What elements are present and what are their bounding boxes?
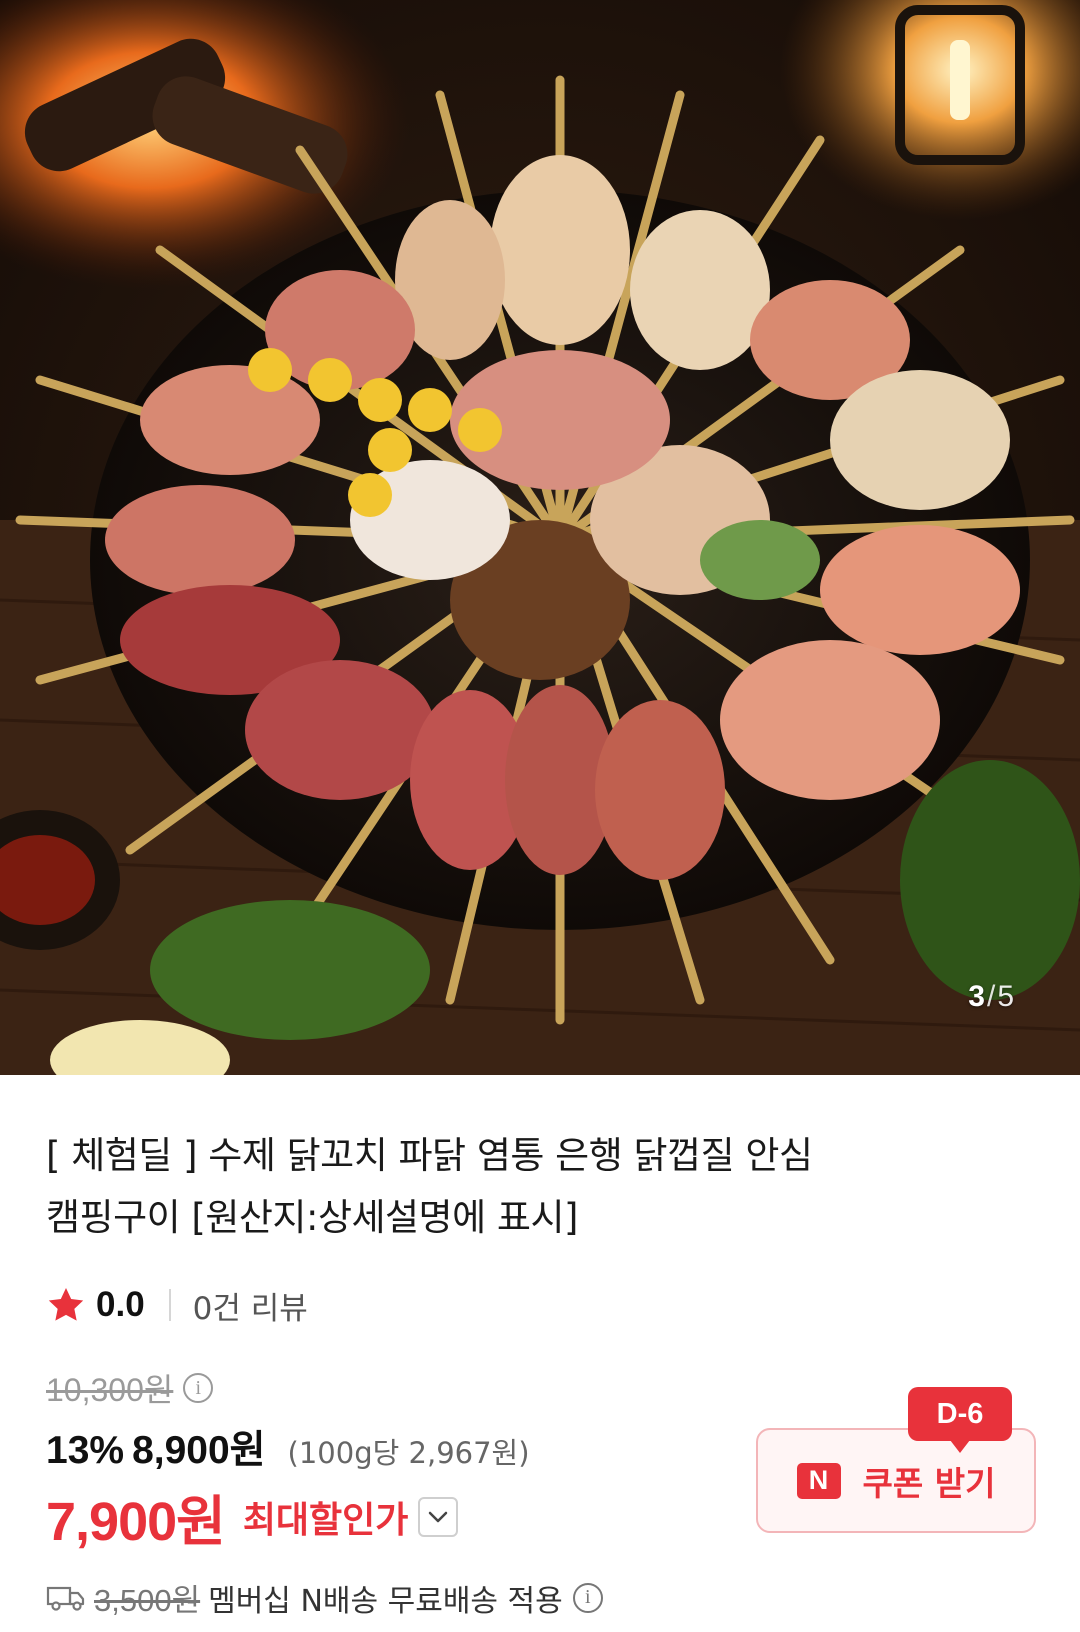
product-image[interactable]: 3/5: [0, 0, 1080, 1075]
max-discount-toggle[interactable]: [418, 1496, 459, 1537]
rating-score: 0.0: [96, 1285, 145, 1324]
rating-divider: [168, 1289, 171, 1321]
product-info: [ 체험딜 ] 수제 닭꼬치 파닭 염통 은행 닭껍질 안심 캠핑구이 [원산지…: [0, 1075, 1080, 1632]
n-pay-badge: N: [796, 1462, 841, 1499]
shipping-info-icon[interactable]: i: [572, 1582, 603, 1613]
skewer-platter-illustration: [0, 0, 1080, 1075]
final-price-row[interactable]: 7,900원 최대할인가: [46, 1477, 459, 1556]
unit-price: (100g당 2,967원): [287, 1436, 530, 1470]
discount-percent: 13%: [46, 1429, 125, 1472]
original-price-row: 10,300원 i: [46, 1365, 214, 1411]
final-price: 7,900원: [46, 1492, 226, 1552]
sale-price: 8,900원: [132, 1429, 266, 1472]
image-counter-current: 3: [968, 980, 985, 1013]
product-title-line-2: 캠핑구이 [원산지:상세설명에 표시]: [46, 1196, 578, 1239]
shipping-original-fee: 3,500원: [94, 1583, 201, 1618]
rating-row[interactable]: 0.0 0건 리뷰: [46, 1283, 308, 1327]
product-title-line-1: [ 체험딜 ] 수제 닭꼬치 파닭 염통 은행 닭껍질 안심: [46, 1134, 813, 1177]
star-icon: [48, 1288, 84, 1321]
image-counter-separator: /: [986, 980, 996, 1013]
chevron-down-icon: [429, 1511, 448, 1522]
max-discount-label: 최대할인가: [242, 1499, 409, 1541]
coupon-button[interactable]: N 쿠폰 받기: [756, 1428, 1036, 1533]
sale-price-row: 13% 8,900원 (100g당 2,967원): [46, 1419, 530, 1475]
coupon-dday-badge: D-6: [908, 1387, 1012, 1453]
original-price: 10,300원: [46, 1372, 174, 1408]
image-counter: 3/5: [968, 980, 1014, 1014]
truck-icon: [46, 1586, 85, 1611]
shipping-description: 멤버십 N배송 무료배송 적용: [208, 1583, 563, 1619]
shipping-row: 3,500원 멤버십 N배송 무료배송 적용 i: [46, 1575, 603, 1620]
review-count-link[interactable]: 0건 리뷰: [193, 1283, 308, 1328]
product-title: [ 체험딜 ] 수제 닭꼬치 파닭 염통 은행 닭껍질 안심 캠핑구이 [원산지…: [46, 1125, 986, 1249]
coupon-button-label: 쿠폰 받기: [862, 1463, 996, 1503]
image-counter-total: 5: [997, 980, 1014, 1013]
info-icon[interactable]: i: [183, 1373, 214, 1403]
